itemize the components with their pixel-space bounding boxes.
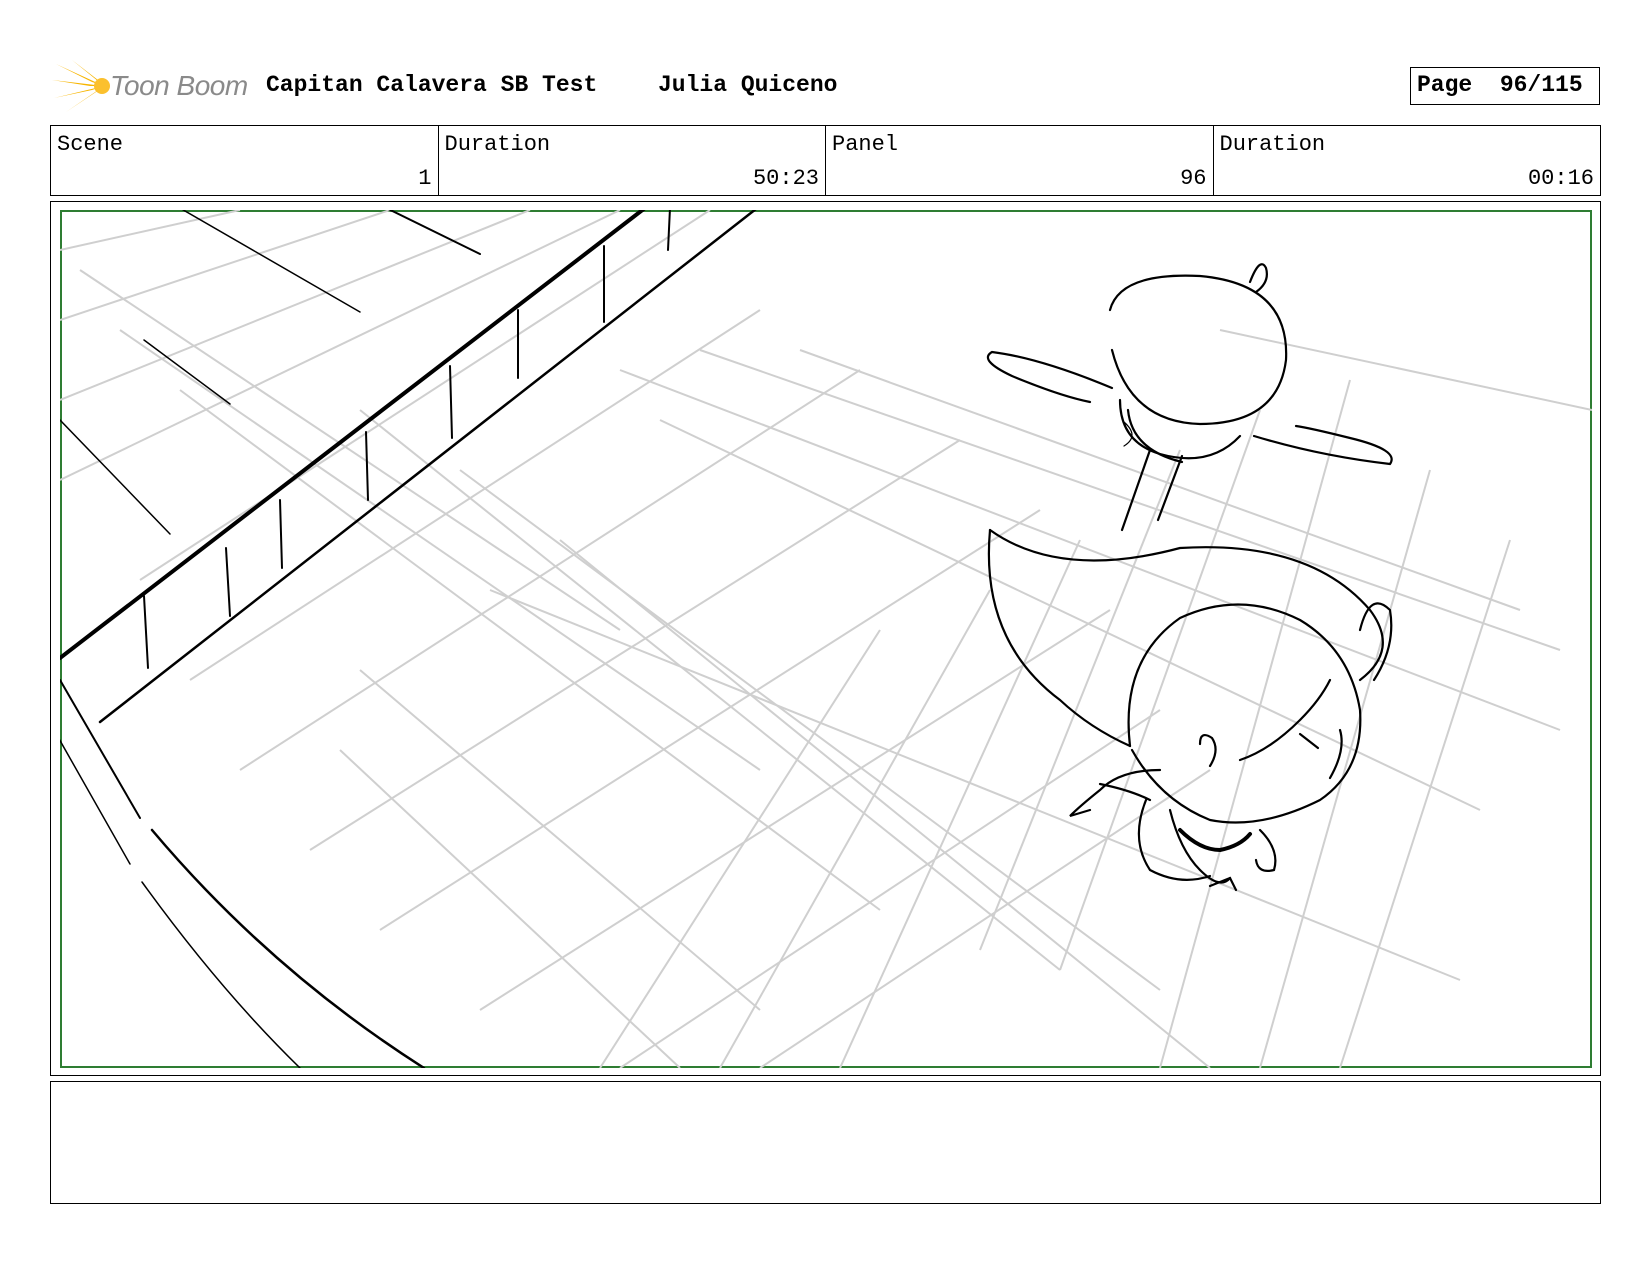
safe-frame (60, 210, 1592, 1068)
storyboard-panel-sketch (60, 210, 1592, 1068)
panel-duration-label: Duration (1219, 132, 1326, 157)
running-character-sketch (987, 528, 1393, 892)
ledge-lines (60, 210, 757, 1068)
page-label: Page (1417, 72, 1473, 98)
page-indicator: Page 96/115 (1410, 67, 1600, 105)
scene-duration-cell: Duration 50:23 (439, 126, 826, 195)
scene-cell: Scene 1 (51, 126, 439, 195)
info-table: Scene 1 Duration 50:23 Panel 96 Duration… (50, 125, 1601, 196)
panel-cell: Panel 96 (826, 126, 1214, 195)
page-value: 96/115 (1499, 72, 1583, 98)
panel-duration-value: 00:16 (1527, 166, 1594, 191)
scene-value: 1 (418, 166, 432, 191)
panel-label: Panel (832, 132, 899, 157)
scene-duration-value: 50:23 (752, 166, 819, 191)
logo-text: Toon Boom (110, 70, 248, 101)
panel-value: 96 (1180, 166, 1207, 191)
panel-duration-cell: Duration 00:16 (1214, 126, 1601, 195)
scene-duration-label: Duration (444, 132, 551, 157)
panel-notes-box (50, 1081, 1601, 1204)
scene-label: Scene (57, 132, 124, 157)
floor-grid (60, 210, 1592, 1068)
artist-name: Julia Quiceno (658, 72, 838, 98)
project-title: Capitan Calavera SB Test (266, 72, 598, 98)
